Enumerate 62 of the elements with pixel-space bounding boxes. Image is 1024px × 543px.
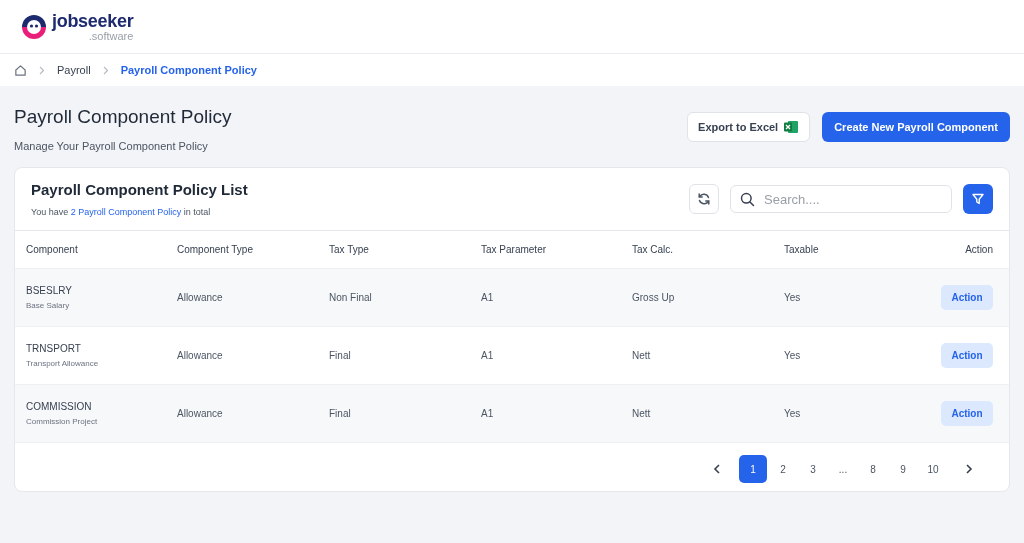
logo-suffix: .software	[88, 30, 134, 42]
action-button[interactable]: Action	[941, 401, 993, 426]
table-cell: Gross Up	[632, 292, 675, 303]
filter-icon	[971, 192, 985, 206]
logo-name: jobseeker	[52, 11, 134, 30]
column-header: Action	[965, 244, 993, 255]
page-title: Payroll Component Policy	[14, 106, 232, 128]
chevron-right-icon	[39, 65, 45, 75]
home-icon[interactable]	[14, 63, 27, 77]
page-button[interactable]: 2	[769, 455, 797, 483]
summary-text: You have 2 Payroll Component Policy in total	[31, 207, 212, 217]
table-cell: Allowance	[177, 350, 223, 361]
logo-icon	[20, 12, 48, 41]
table-cell: Non Final	[329, 292, 372, 303]
breadcrumb-item[interactable]: Payroll Component Policy	[120, 64, 257, 76]
spreadsheet-icon	[783, 120, 800, 134]
table-cell: A1	[481, 408, 494, 419]
page-button[interactable]: ...	[829, 455, 857, 483]
search-icon	[740, 192, 755, 207]
table-cell: Nett	[632, 408, 651, 419]
table-cell: Final	[329, 408, 351, 419]
page-button[interactable]: 3	[799, 455, 827, 483]
card-title: Payroll Component Policy List	[31, 181, 248, 198]
component-name: Commission Project	[26, 417, 99, 426]
column-header: Component Type	[177, 244, 253, 255]
component-code: TRNSPORT	[26, 343, 82, 354]
table-cell: Yes	[784, 350, 801, 361]
table-cell: A1	[481, 350, 494, 361]
page-button[interactable]: 1	[739, 455, 767, 483]
create-button[interactable]: Create New Payroll Component	[822, 112, 1010, 142]
refresh-icon	[697, 192, 711, 206]
chevron-right-icon	[102, 65, 109, 75]
refresh-button[interactable]	[689, 184, 719, 214]
component-name: Base Salary	[26, 301, 71, 310]
page-button[interactable]: 8	[859, 455, 887, 483]
filter-button[interactable]	[963, 184, 993, 214]
page-subtitle: Manage Your Payroll Component Policy	[14, 140, 209, 152]
table-cell: Final	[329, 350, 351, 361]
table-cell: A1	[481, 292, 494, 303]
column-header: Tax Type	[329, 244, 369, 255]
component-code: COMMISSION	[26, 401, 93, 412]
page-button[interactable]: 10	[919, 455, 947, 483]
chevron-left-icon	[713, 464, 721, 474]
component-name: Transport Allowance	[26, 359, 100, 368]
table-cell: Yes	[784, 292, 801, 303]
column-header: Tax Parameter	[481, 244, 547, 255]
column-header: Tax Calc.	[632, 244, 674, 255]
action-button[interactable]: Action	[941, 343, 993, 368]
export-button[interactable]: Export to Excel	[687, 112, 811, 142]
count-link[interactable]: 2 Payroll Component Policy	[70, 207, 182, 217]
component-code: BSESLRY	[26, 285, 73, 296]
table-cell: Yes	[784, 408, 801, 419]
table-cell: Allowance	[177, 292, 223, 303]
table-cell: Allowance	[177, 408, 223, 419]
chevron-right-icon	[965, 464, 973, 474]
search-field[interactable]: Search....	[730, 185, 952, 213]
action-button[interactable]: Action	[941, 285, 993, 310]
column-header: Component	[26, 244, 78, 255]
page-button[interactable]: 9	[889, 455, 917, 483]
table-cell: Nett	[632, 350, 651, 361]
column-header: Taxable	[784, 244, 819, 255]
breadcrumb-item[interactable]: Payroll	[57, 64, 91, 76]
